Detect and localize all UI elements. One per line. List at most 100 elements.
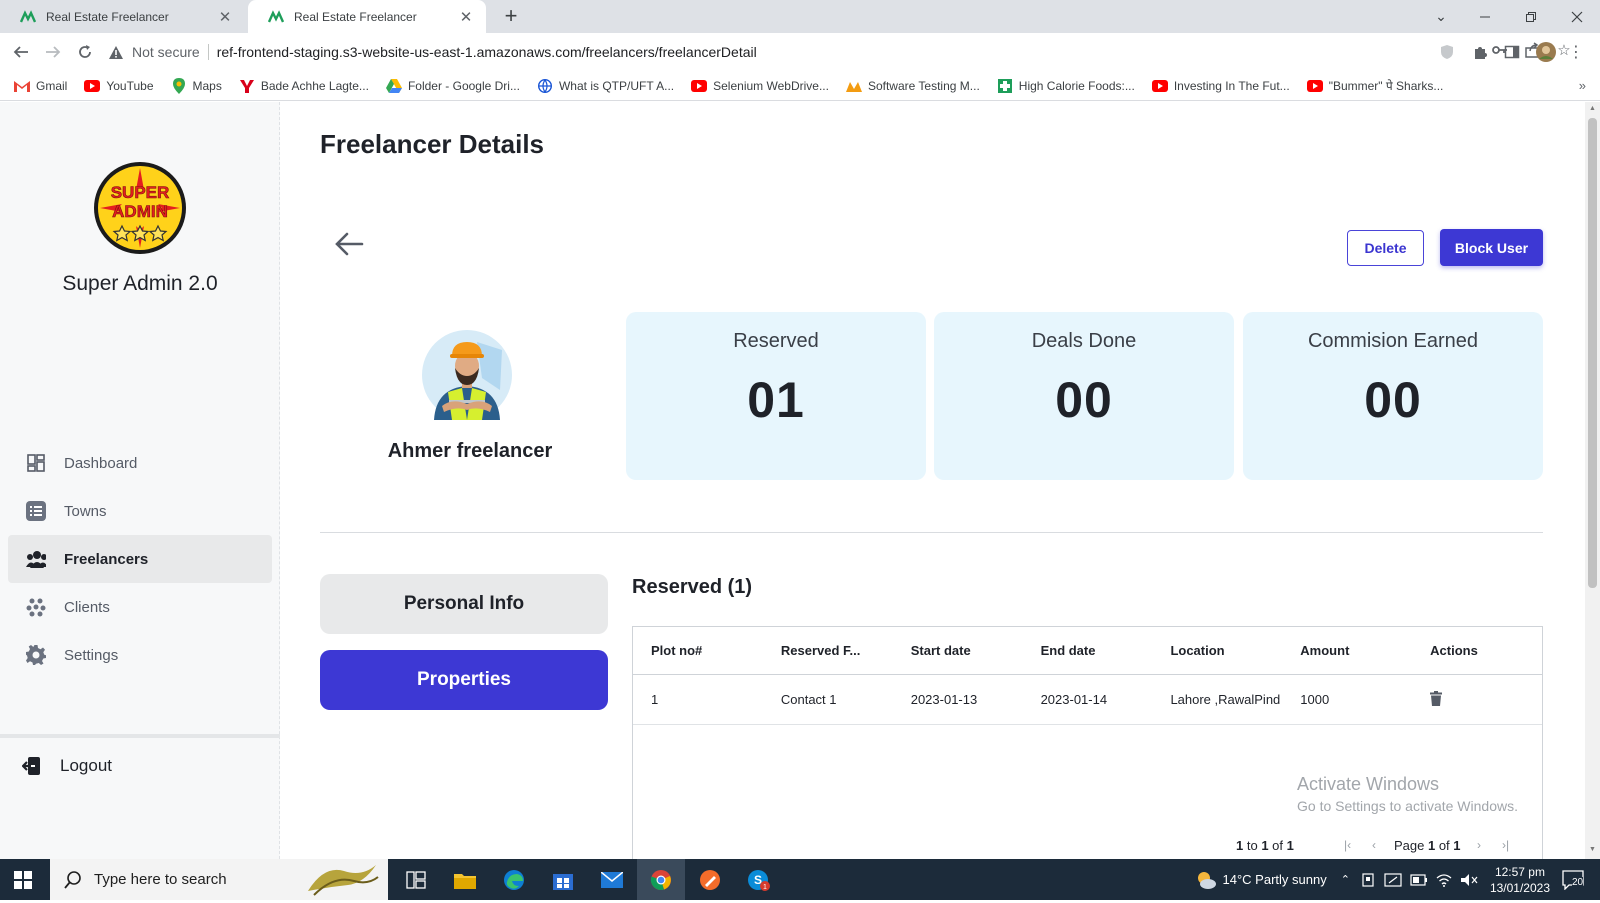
postman-icon[interactable]: [686, 859, 734, 900]
pagination: 1 to 1 of 1 |‹ ‹ Page 1 of 1 › ›|: [632, 838, 1543, 858]
table-row[interactable]: 1 Contact 1 2023-01-13 2023-01-14 Lahore…: [633, 675, 1542, 725]
stat-value: 01: [747, 372, 805, 428]
back-button[interactable]: [332, 227, 366, 261]
wifi-icon[interactable]: [1436, 873, 1452, 887]
sidebar-item-dashboard[interactable]: Dashboard: [8, 439, 272, 487]
prev-page-icon[interactable]: ‹: [1372, 838, 1376, 852]
page-scrollbar[interactable]: ▲ ▼: [1585, 102, 1600, 859]
column-header-location[interactable]: Location: [1152, 643, 1282, 658]
taskbar-search-box[interactable]: Type here to search: [50, 859, 388, 900]
sidebar-item-settings[interactable]: Settings: [8, 631, 272, 679]
logout-button[interactable]: Logout: [22, 738, 112, 794]
bookmark-item[interactable]: Bade Achhe Lagte...: [239, 79, 369, 93]
skype-icon[interactable]: S1: [735, 859, 783, 900]
bookmark-item[interactable]: Maps: [171, 77, 222, 94]
windows-start-icon[interactable]: [0, 859, 46, 900]
restore-icon[interactable]: [1508, 0, 1554, 33]
bookmark-item[interactable]: Software Testing M...: [845, 79, 980, 93]
notifications-icon[interactable]: 20: [1562, 869, 1584, 890]
cell-reserved-for: Contact 1: [780, 692, 837, 707]
tab-title: Real Estate Freelancer: [294, 9, 417, 24]
section-divider: [320, 532, 1543, 533]
sidebar-item-clients[interactable]: Clients: [8, 583, 272, 631]
new-tab-plus-icon[interactable]: +: [500, 5, 522, 27]
bookmark-item[interactable]: "Bummer" पे Sharks...: [1306, 77, 1443, 94]
delete-button[interactable]: Delete: [1347, 230, 1424, 266]
bookmark-item[interactable]: Gmail: [14, 79, 67, 93]
sidebar-item-towns[interactable]: Towns: [8, 487, 272, 535]
clock[interactable]: 12:57 pm 13/01/2023: [1490, 864, 1550, 896]
profile-avatar-icon[interactable]: [1536, 42, 1558, 62]
column-header-start-date[interactable]: Start date: [893, 643, 1023, 658]
tab-title: Real Estate Freelancer: [46, 9, 169, 24]
kebab-menu-icon[interactable]: ⋮: [1568, 42, 1584, 62]
warning-icon[interactable]: [108, 45, 126, 60]
arrow-left-icon: [335, 232, 364, 256]
reload-icon[interactable]: [74, 41, 96, 63]
column-header-end-date[interactable]: End date: [1023, 643, 1153, 658]
meet-now-icon[interactable]: [1384, 872, 1402, 888]
battery-icon[interactable]: [1410, 873, 1428, 886]
bookmark-label: High Calorie Foods:...: [1018, 78, 1135, 93]
column-header-reserved-for[interactable]: Reserved F...: [763, 643, 893, 658]
forward-arrow-icon[interactable]: [42, 41, 64, 63]
browser-tab-active[interactable]: Real Estate Freelancer ✕: [248, 0, 486, 33]
scrollbar-thumb[interactable]: [1588, 118, 1597, 588]
more-bookmarks-chevron-icon[interactable]: »: [1579, 78, 1586, 93]
weather-icon[interactable]: [1195, 870, 1217, 890]
weather-text[interactable]: 14°C Partly sunny: [1223, 872, 1327, 887]
bookmark-item[interactable]: What is QTP/UFT A...: [537, 79, 674, 93]
bookmark-item[interactable]: Folder - Google Dri...: [385, 78, 520, 93]
tab-search-chevron-icon[interactable]: ⌄: [1418, 0, 1464, 33]
security-label: Not secure: [132, 44, 200, 60]
tab-properties[interactable]: Properties: [320, 650, 608, 710]
app-root: SUPER ADMIN Super Admin 2.0 Dashboard To…: [0, 102, 1585, 859]
scroll-down-arrow-icon[interactable]: ▼: [1588, 846, 1597, 853]
clock-date: 13/01/2023: [1489, 880, 1550, 895]
mail-icon[interactable]: [588, 859, 636, 900]
bookmark-item[interactable]: YouTube: [84, 79, 154, 93]
close-window-icon[interactable]: [1554, 0, 1600, 33]
site-favicon-icon: [20, 9, 36, 25]
cell-start-date: 2023-01-13: [910, 692, 978, 707]
column-header-plot[interactable]: Plot no#: [633, 643, 763, 658]
chevron-up-icon[interactable]: ⌃: [1341, 873, 1350, 886]
puzzle-icon[interactable]: [1472, 44, 1492, 60]
chrome-icon[interactable]: [637, 859, 685, 900]
first-page-icon[interactable]: |‹: [1344, 838, 1351, 852]
back-arrow-icon[interactable]: [10, 41, 32, 63]
browser-toolbar: Not secure ref-frontend-staging.s3-websi…: [0, 33, 1600, 71]
edge-browser-icon[interactable]: [490, 859, 538, 900]
last-page-icon[interactable]: ›|: [1502, 838, 1509, 852]
browser-tab[interactable]: Real Estate Freelancer ✕: [0, 0, 245, 33]
minimize-icon[interactable]: [1462, 0, 1508, 33]
bookmark-item[interactable]: Selenium WebDrive...: [691, 79, 829, 93]
bookmark-item[interactable]: High Calorie Foods:...: [997, 78, 1135, 93]
close-icon[interactable]: ✕: [458, 8, 474, 26]
stat-label: Commision Earned: [1307, 330, 1479, 352]
bookmark-label: What is QTP/UFT A...: [558, 78, 675, 93]
sidebar-item-freelancers[interactable]: Freelancers: [8, 535, 272, 583]
url-text[interactable]: ref-frontend-staging.s3-website-us-east-…: [217, 44, 757, 60]
address-bar[interactable]: Not secure ref-frontend-staging.s3-websi…: [108, 37, 1578, 67]
block-user-button[interactable]: Block User: [1440, 229, 1543, 266]
volume-muted-icon[interactable]: [1460, 873, 1478, 887]
notifications-count: 20: [1572, 876, 1584, 888]
scroll-up-arrow-icon[interactable]: ▲: [1588, 105, 1597, 112]
shield-extension-icon[interactable]: [1440, 44, 1460, 60]
side-panel-icon[interactable]: [1504, 44, 1524, 60]
close-icon[interactable]: ✕: [217, 8, 233, 26]
next-page-icon[interactable]: ›: [1477, 838, 1481, 852]
trash-icon[interactable]: [1430, 690, 1443, 709]
bookmark-item[interactable]: Investing In The Fut...: [1151, 79, 1290, 93]
svg-text:ADMIN: ADMIN: [112, 202, 168, 221]
microsoft-store-icon[interactable]: [539, 859, 587, 900]
file-explorer-icon[interactable]: [441, 859, 489, 900]
main-content: Freelancer Details Delete Block User Ahm…: [320, 102, 1545, 859]
device-icon[interactable]: [1360, 872, 1376, 887]
task-view-icon[interactable]: [392, 859, 440, 900]
site-favicon-icon: [268, 9, 284, 25]
tab-personal-info[interactable]: Personal Info: [320, 574, 608, 634]
column-header-amount[interactable]: Amount: [1282, 643, 1412, 658]
search-icon: [64, 870, 82, 889]
